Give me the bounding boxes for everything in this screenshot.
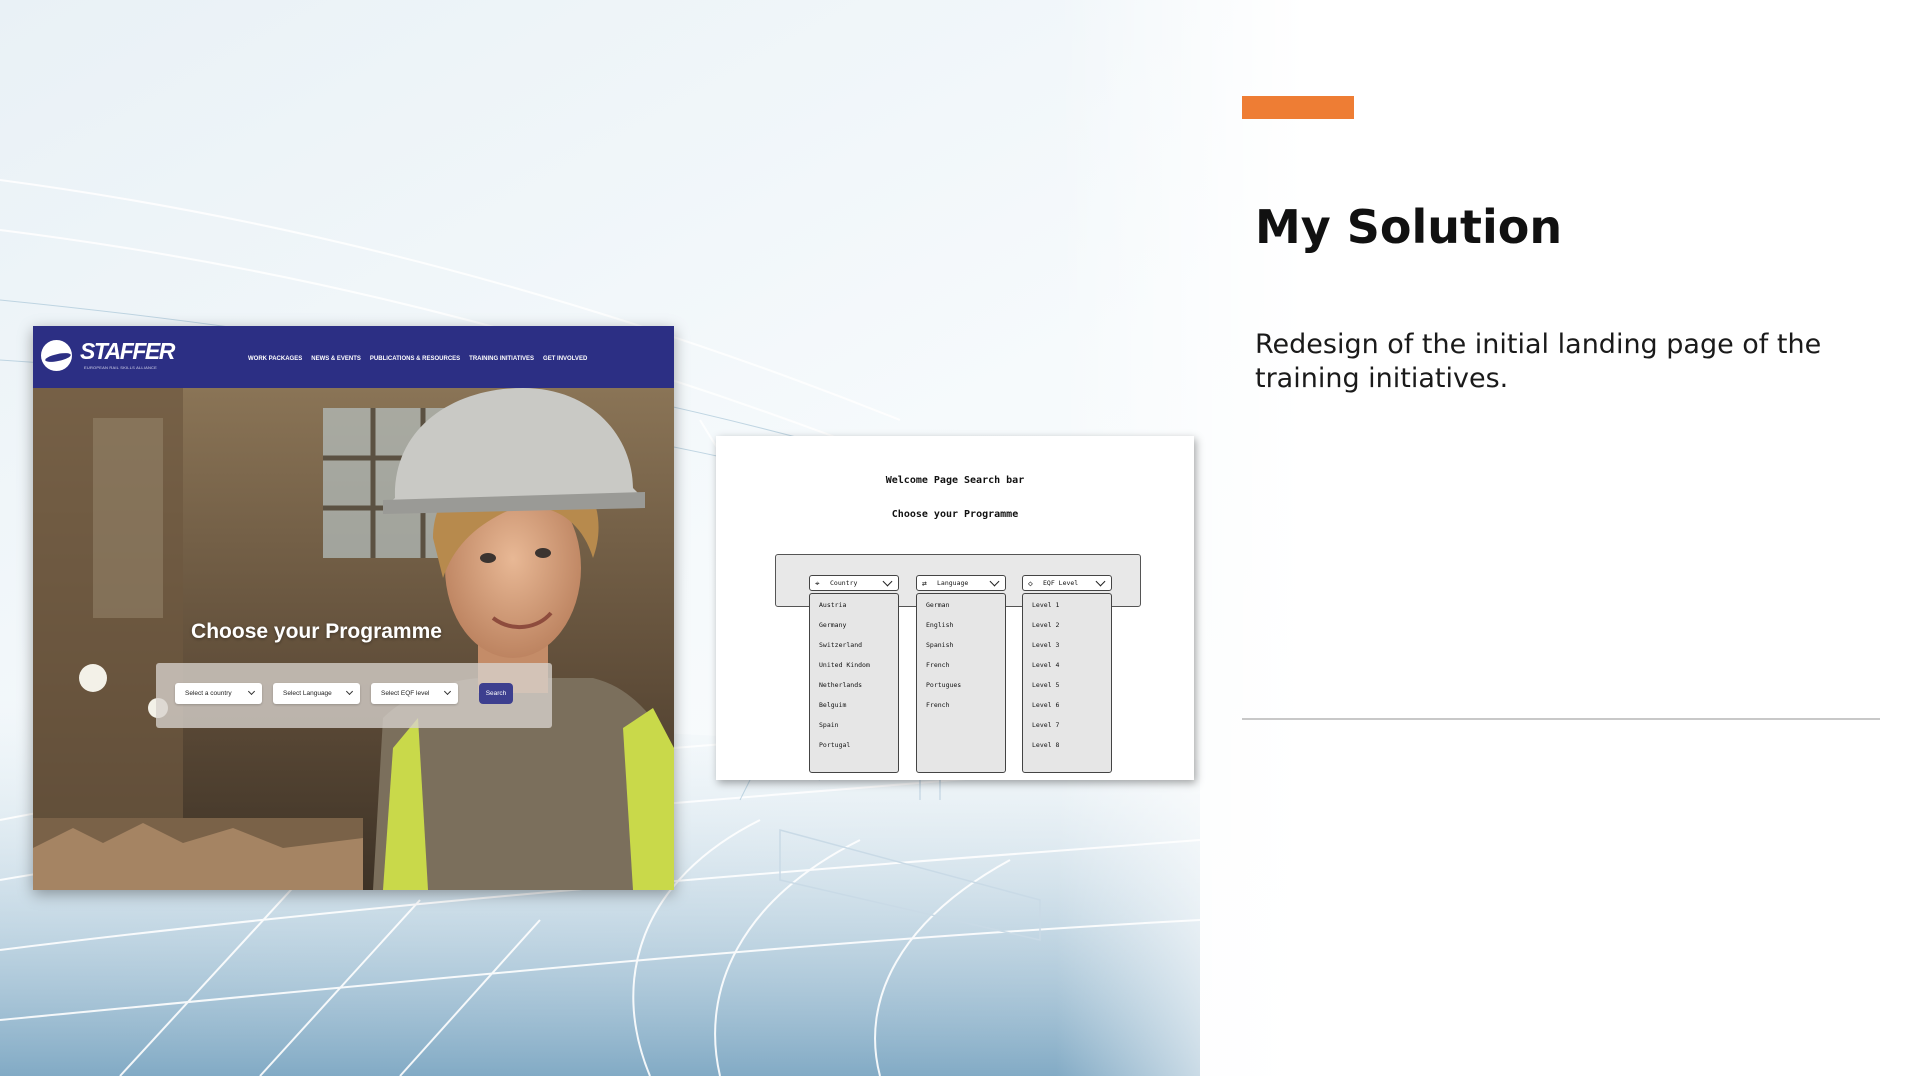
logo-text: STAFFER bbox=[80, 338, 175, 364]
list-item[interactable]: Netherlands bbox=[819, 681, 862, 689]
list-item[interactable]: Spanish bbox=[926, 641, 953, 649]
wireframe-title: Welcome Page Search bar bbox=[885, 475, 1025, 486]
list-item[interactable]: Portugues bbox=[926, 681, 961, 689]
language-select[interactable]: Select Language bbox=[273, 683, 360, 704]
accent-bar bbox=[1242, 96, 1354, 119]
graduation-cap-icon: ◇ bbox=[1028, 579, 1033, 588]
location-pin-icon: ⌖ bbox=[815, 579, 820, 588]
list-item[interactable]: Switzerland bbox=[819, 641, 862, 649]
nav-item-training-initiatives[interactable]: TRAINING INITIATIVES bbox=[469, 356, 534, 362]
list-item[interactable]: Level 3 bbox=[1032, 641, 1059, 649]
search-panel: Select a country Select Language Select … bbox=[156, 663, 552, 728]
wire-language-list: German English Spanish French Portugues … bbox=[916, 593, 1006, 773]
list-item[interactable]: Germany bbox=[819, 621, 846, 629]
list-item[interactable]: Level 2 bbox=[1032, 621, 1059, 629]
logo-tagline: EUROPEAN RAIL SKILLS ALLIANCE bbox=[84, 365, 158, 370]
wire-country-label: Country bbox=[830, 579, 858, 587]
list-item[interactable]: Level 1 bbox=[1032, 601, 1059, 609]
wire-country-list: Austria Germany Switzerland United Kindo… bbox=[809, 593, 899, 773]
list-item[interactable]: Level 6 bbox=[1032, 701, 1059, 709]
wireframe-subtitle: Choose your Programme bbox=[891, 509, 1019, 520]
slide-description: Redesign of the initial landing page of … bbox=[1255, 329, 1822, 394]
chevron-down-icon bbox=[345, 687, 354, 696]
search-button[interactable]: Search bbox=[479, 683, 513, 704]
list-item[interactable]: French bbox=[926, 661, 949, 669]
list-item[interactable]: Belguim bbox=[819, 701, 846, 709]
nav-item-news-events[interactable]: NEWS & EVENTS bbox=[311, 356, 361, 362]
list-item[interactable]: Spain bbox=[819, 721, 839, 729]
country-select-label: Select a country bbox=[185, 690, 232, 697]
wire-eqf-list: Level 1 Level 2 Level 3 Level 4 Level 5 … bbox=[1022, 593, 1112, 773]
slide-heading: My Solution bbox=[1255, 200, 1563, 254]
list-item[interactable]: Level 8 bbox=[1032, 741, 1059, 749]
mockup-nav-bar: STAFFER EUROPEAN RAIL SKILLS ALLIANCE WO… bbox=[33, 326, 674, 388]
wire-eqf-label: EQF Level bbox=[1043, 579, 1079, 587]
hero-title: Choose your Programme bbox=[191, 620, 442, 643]
wire-language-label: Language bbox=[937, 579, 969, 587]
list-item[interactable]: French bbox=[926, 701, 949, 709]
chevron-down-icon bbox=[443, 687, 452, 696]
country-select[interactable]: Select a country bbox=[175, 683, 262, 704]
list-item[interactable]: German bbox=[926, 601, 949, 609]
list-item[interactable]: Austria bbox=[819, 601, 846, 609]
wire-language-dropdown[interactable]: ⇄ Language bbox=[916, 575, 1006, 591]
eqf-level-select-label: Select EQF level bbox=[381, 690, 430, 697]
chevron-down-icon bbox=[989, 576, 1000, 587]
chevron-down-icon bbox=[1095, 576, 1106, 587]
translate-icon: ⇄ bbox=[922, 579, 927, 588]
logo-emblem-icon bbox=[41, 340, 72, 371]
list-item[interactable]: Level 4 bbox=[1032, 661, 1059, 669]
mockup-nav-menu: WORK PACKAGES NEWS & EVENTS PUBLICATIONS… bbox=[248, 356, 587, 362]
list-item[interactable]: United Kindom bbox=[819, 661, 870, 669]
landing-page-mockup: STAFFER EUROPEAN RAIL SKILLS ALLIANCE WO… bbox=[33, 326, 674, 890]
nav-item-get-involved[interactable]: GET INVOLVED bbox=[543, 356, 587, 362]
eqf-level-select[interactable]: Select EQF level bbox=[371, 683, 458, 704]
chevron-down-icon bbox=[247, 687, 256, 696]
divider bbox=[1242, 718, 1880, 720]
wire-country-dropdown[interactable]: ⌖ Country bbox=[809, 575, 899, 591]
nav-item-publications[interactable]: PUBLICATIONS & RESOURCES bbox=[370, 356, 460, 362]
list-item[interactable]: Portugal bbox=[819, 741, 850, 749]
language-select-label: Select Language bbox=[283, 690, 332, 697]
wire-eqf-dropdown[interactable]: ◇ EQF Level bbox=[1022, 575, 1112, 591]
list-item[interactable]: Level 5 bbox=[1032, 681, 1059, 689]
wireframe-card: Welcome Page Search bar Choose your Prog… bbox=[716, 436, 1194, 780]
list-item[interactable]: English bbox=[926, 621, 953, 629]
staffer-logo: STAFFER EUROPEAN RAIL SKILLS ALLIANCE bbox=[41, 338, 181, 378]
chevron-down-icon bbox=[882, 576, 893, 587]
list-item[interactable]: Level 7 bbox=[1032, 721, 1059, 729]
nav-item-work-packages[interactable]: WORK PACKAGES bbox=[248, 356, 302, 362]
